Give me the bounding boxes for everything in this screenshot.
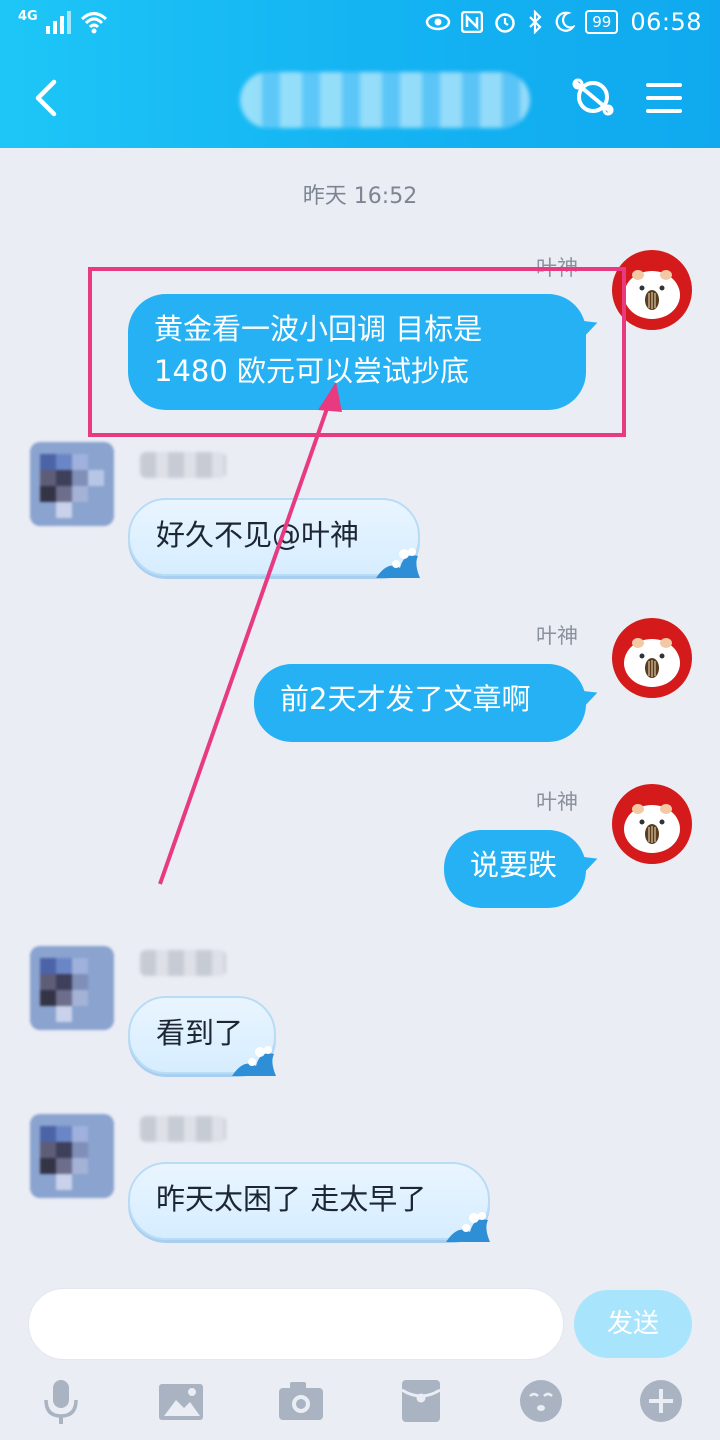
- send-button[interactable]: 发送: [574, 1290, 692, 1358]
- highlight-box: [88, 267, 626, 437]
- status-right: 99 06:58: [425, 8, 702, 36]
- chat-title-blurred: [240, 72, 530, 128]
- plus-icon[interactable]: [636, 1376, 686, 1426]
- avatar[interactable]: [30, 1114, 114, 1198]
- hamster-avatar-icon: [624, 804, 680, 853]
- sender-name-blurred: [140, 1116, 226, 1142]
- red-packet-icon[interactable]: [396, 1376, 446, 1426]
- input-toolbar: [0, 1370, 720, 1440]
- status-time: 06:58: [630, 8, 702, 36]
- nfc-icon: [461, 11, 484, 33]
- battery-indicator: 99: [585, 10, 619, 34]
- wave-decoration-icon: [232, 1046, 276, 1076]
- message-input[interactable]: [28, 1288, 564, 1360]
- planet-icon[interactable]: [570, 74, 616, 120]
- sender-name: 叶神: [536, 790, 578, 814]
- image-icon[interactable]: [156, 1376, 206, 1426]
- sender-name: 叶神: [536, 624, 578, 648]
- sender-name-blurred: [140, 452, 226, 478]
- message-text: 前2天才发了文章啊: [280, 682, 531, 716]
- bluetooth-icon: [529, 10, 542, 34]
- message-text: 昨天太困了 走太早了: [156, 1182, 427, 1216]
- alarm-icon: [495, 13, 515, 33]
- sender-name-blurred: [140, 950, 226, 976]
- status-bar: 4G 99 06:58: [0, 0, 720, 50]
- message-text: 好久不见@叶神: [156, 518, 360, 552]
- status-left: 4G: [18, 8, 108, 34]
- moon-icon: [555, 11, 576, 32]
- wifi-icon: [80, 12, 107, 34]
- message-bubble[interactable]: 好久不见@叶神: [128, 498, 420, 578]
- back-arrow-icon[interactable]: [28, 74, 68, 122]
- menu-icon[interactable]: [644, 80, 684, 116]
- wave-decoration-icon: [446, 1212, 490, 1242]
- message-timestamp: 昨天 16:52: [302, 184, 418, 209]
- microphone-icon[interactable]: [36, 1376, 86, 1426]
- message-bubble[interactable]: 看到了: [128, 996, 276, 1076]
- avatar[interactable]: [612, 784, 692, 864]
- message-bubble[interactable]: 说要跌: [444, 830, 586, 908]
- avatar[interactable]: [612, 618, 692, 698]
- wave-decoration-icon: [376, 548, 420, 578]
- chat-header: 4G 99 06:58: [0, 0, 720, 148]
- avatar[interactable]: [30, 442, 114, 526]
- hamster-avatar-icon: [624, 638, 680, 687]
- message-bubble[interactable]: 昨天太困了 走太早了: [128, 1162, 490, 1242]
- emoji-icon[interactable]: [516, 1376, 566, 1426]
- message-text: 说要跌: [470, 848, 558, 882]
- camera-icon[interactable]: [276, 1376, 326, 1426]
- message-bubble[interactable]: 前2天才发了文章啊: [254, 664, 586, 742]
- signal-icon: [45, 11, 71, 34]
- eye-icon: [425, 13, 451, 31]
- network-type: 4G: [18, 8, 38, 24]
- avatar[interactable]: [30, 946, 114, 1030]
